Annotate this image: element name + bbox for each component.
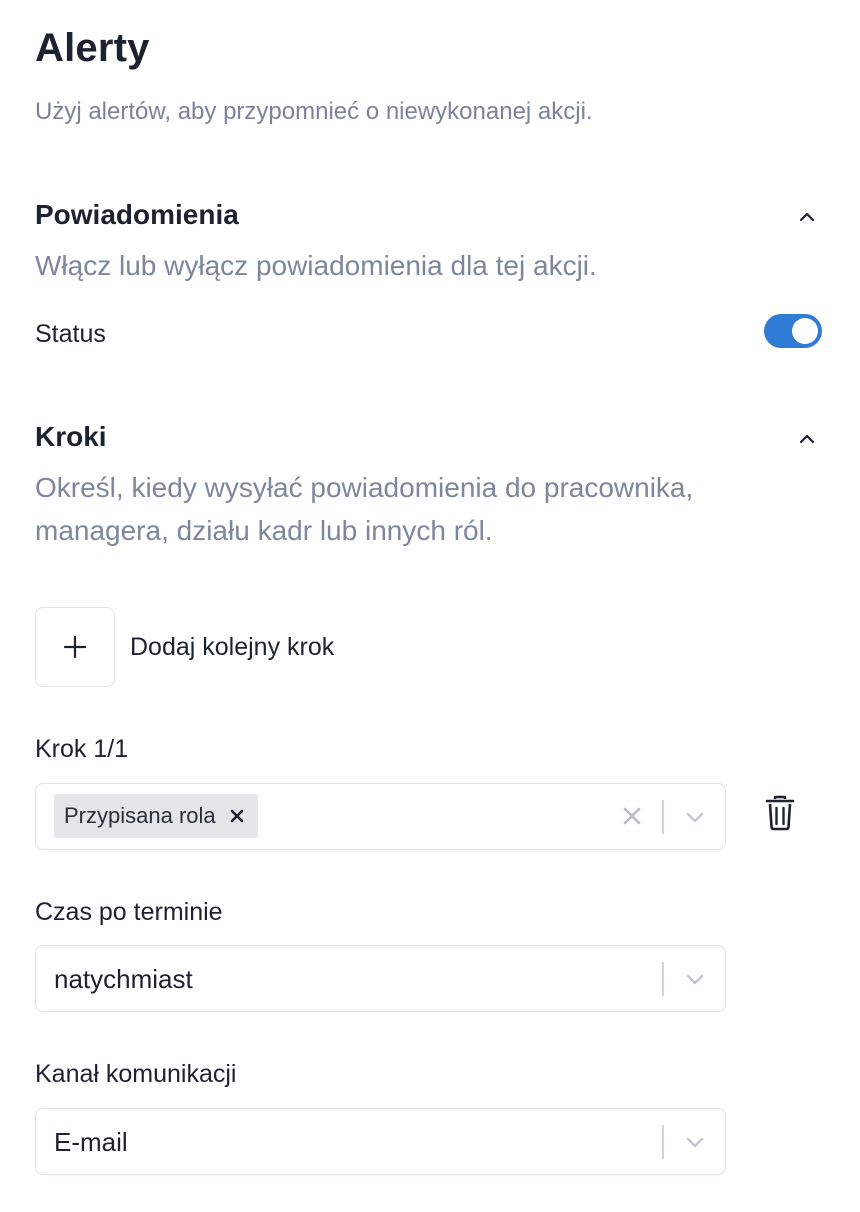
- remove-tag-icon[interactable]: [230, 809, 244, 823]
- separator: [662, 1125, 664, 1159]
- add-step-button[interactable]: [35, 607, 115, 687]
- add-step-label[interactable]: Dodaj kolejny krok: [130, 633, 334, 662]
- delay-value: natychmiast: [54, 964, 193, 994]
- chevron-up-icon[interactable]: [796, 206, 818, 228]
- separator: [662, 800, 664, 834]
- notifications-section-description: Włącz lub wyłącz powiadomienia dla tej a…: [35, 250, 597, 281]
- steps-section-description: Określ, kiedy wysyłać powiadomienia do p…: [35, 472, 694, 546]
- status-toggle[interactable]: [764, 314, 822, 348]
- step-label: Krok 1/1: [35, 735, 129, 763]
- plus-icon: [63, 635, 87, 659]
- channel-select[interactable]: E-mail: [35, 1108, 726, 1175]
- tag-label: Przypisana rola: [64, 803, 216, 828]
- page-title: Alerty: [35, 26, 150, 70]
- chevron-down-icon[interactable]: [684, 968, 706, 990]
- steps-section-title: Kroki: [35, 421, 107, 452]
- separator: [662, 962, 664, 996]
- delay-label: Czas po terminie: [35, 898, 223, 926]
- toggle-knob: [792, 318, 818, 344]
- recipients-select[interactable]: Przypisana rola: [35, 783, 726, 850]
- page-subtitle: Użyj alertów, aby przypomnieć o niewykon…: [35, 98, 593, 125]
- chevron-down-icon[interactable]: [684, 806, 706, 828]
- delay-select[interactable]: natychmiast: [35, 945, 726, 1012]
- chevron-up-icon[interactable]: [796, 428, 818, 450]
- channel-value: E-mail: [54, 1127, 128, 1157]
- trash-icon[interactable]: [764, 795, 796, 831]
- clear-icon[interactable]: [620, 804, 644, 828]
- status-label: Status: [35, 320, 106, 348]
- channel-label: Kanał komunikacji: [35, 1060, 237, 1088]
- selected-tag: Przypisana rola: [54, 794, 258, 838]
- chevron-down-icon[interactable]: [684, 1131, 706, 1153]
- notifications-section-title: Powiadomienia: [35, 199, 239, 230]
